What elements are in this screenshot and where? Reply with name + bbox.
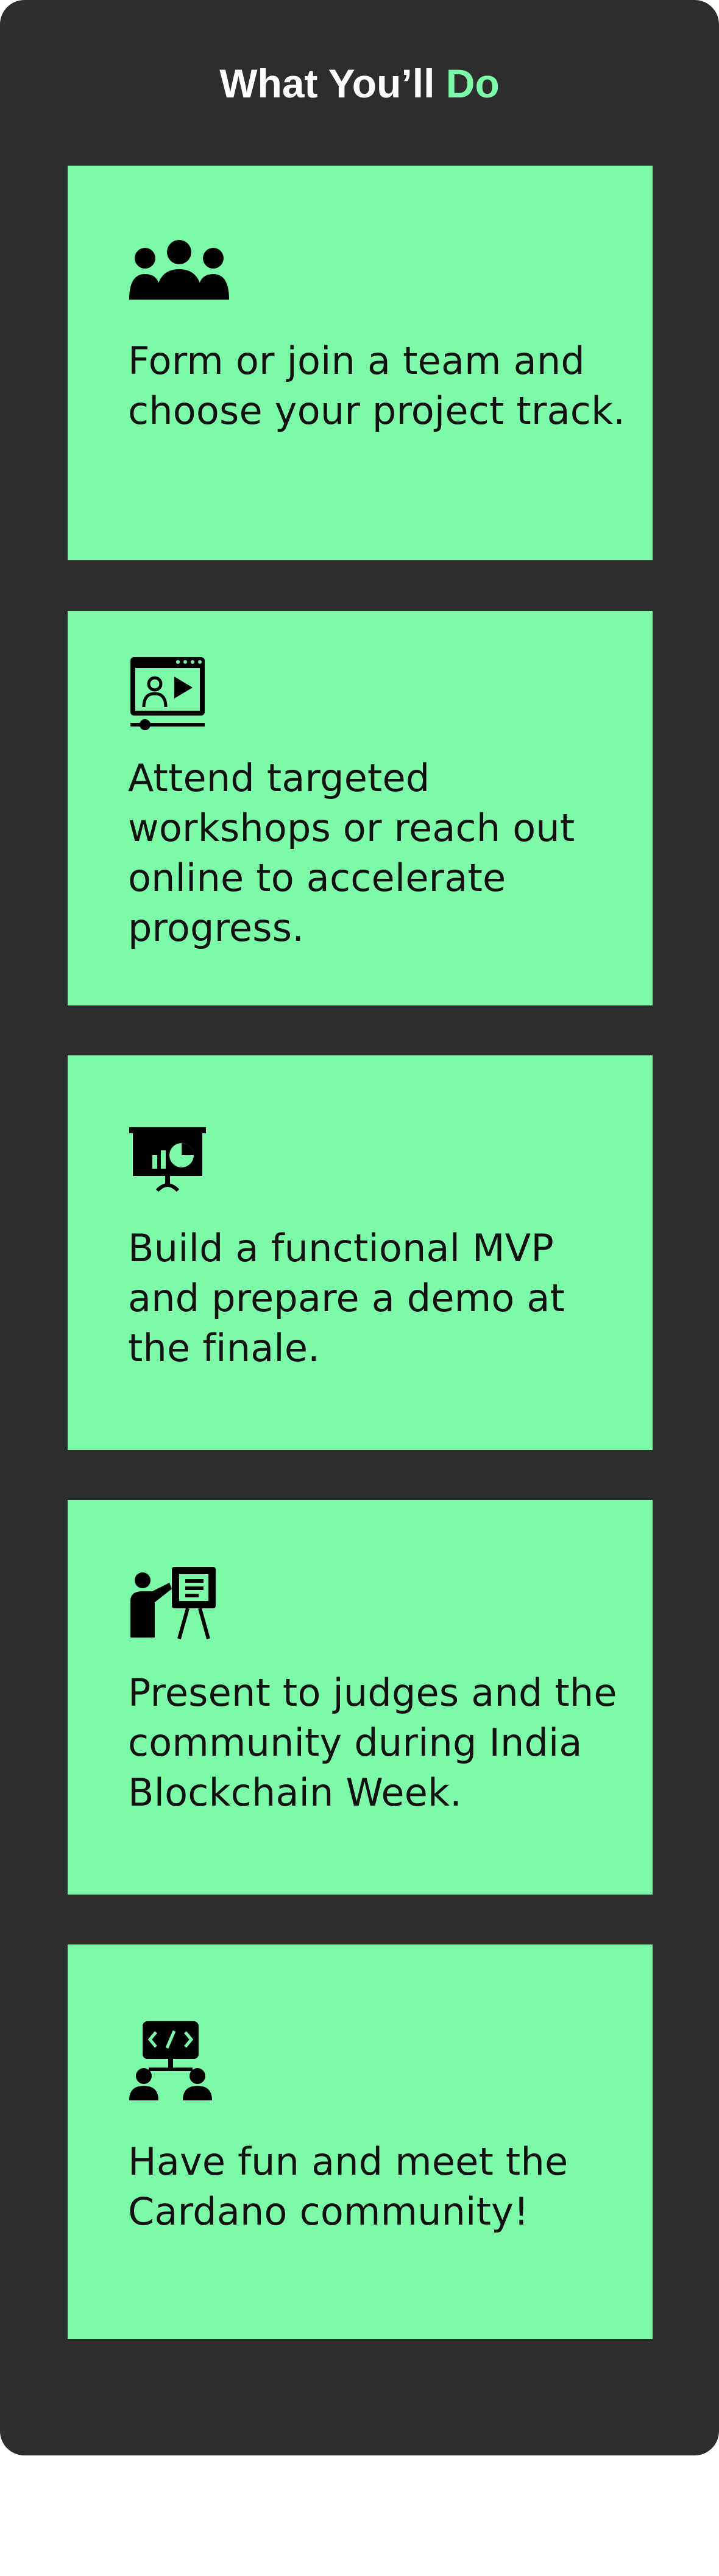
step-card-present: Present to judges and the community duri… [68, 1500, 653, 1895]
step-card-workshop: Attend targeted workshops or reach out o… [68, 611, 653, 1005]
step-text: Present to judges and the community duri… [128, 1670, 617, 1815]
what-youll-do-section: What You’ll Do Form or join a team and c… [0, 0, 719, 2455]
code-collaboration-icon [128, 2020, 232, 2100]
step-text: Have fun and meet the Cardano community! [128, 2139, 568, 2234]
step-card-build: Build a functional MVP and prepare a dem… [68, 1055, 653, 1450]
step-card-team: Form or join a team and choose your proj… [68, 166, 653, 560]
section-title-accent: Do [445, 61, 500, 106]
team-icon [128, 239, 232, 318]
section-title: What You’ll Do [0, 56, 719, 111]
step-card-community: Have fun and meet the Cardano community! [68, 1944, 653, 2339]
step-text: Form or join a team and choose your proj… [128, 339, 626, 433]
presenter-icon [128, 1564, 232, 1644]
step-text: Build a functional MVP and prepare a dem… [128, 1226, 565, 1370]
section-title-prefix: What You’ll [219, 61, 435, 106]
step-text: Attend targeted workshops or reach out o… [128, 756, 575, 950]
online-workshop-icon [128, 655, 232, 734]
presentation-board-icon [128, 1126, 232, 1205]
